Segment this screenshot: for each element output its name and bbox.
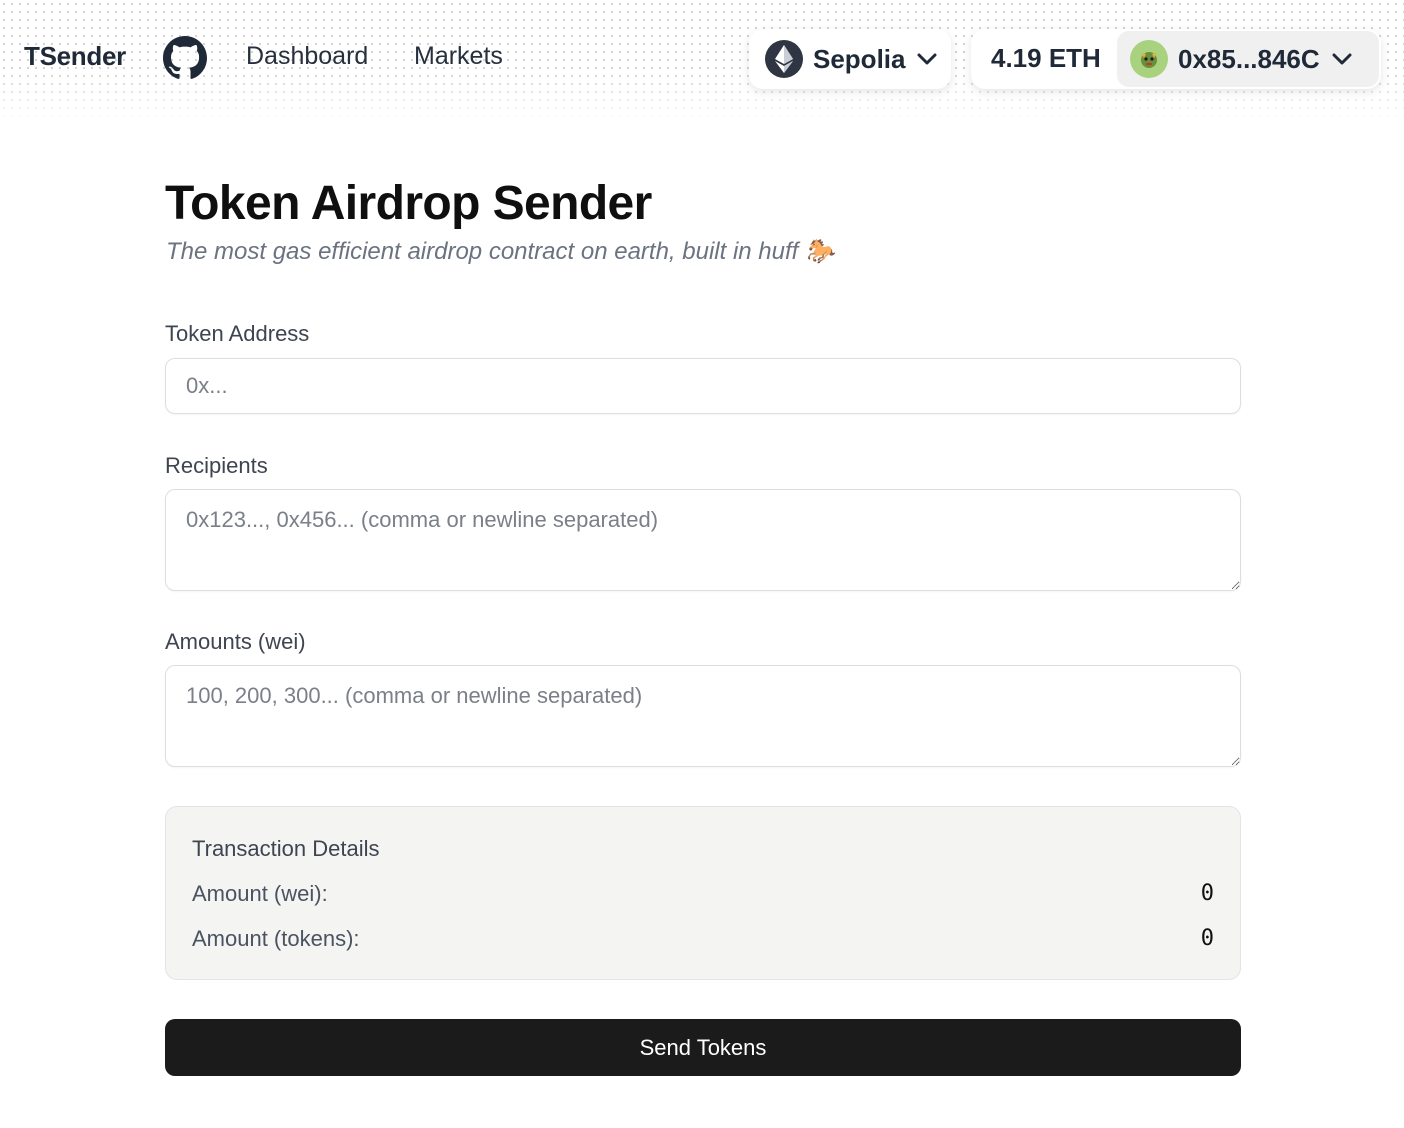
transaction-details-title: Transaction Details [192,836,380,861]
network-name: Sepolia [813,43,906,74]
send-tokens-button[interactable]: Send Tokens [165,1019,1241,1076]
nav-markets[interactable]: Markets [414,42,503,71]
github-icon[interactable] [163,36,207,80]
top-navbar: TSender Dashboard Markets Sepolia 4.19 E… [0,0,1404,124]
chevron-down-icon [1332,53,1352,65]
transaction-details-panel: Transaction Details Amount (wei): 0 Amou… [165,806,1241,980]
ethereum-icon [765,40,803,78]
amount-tokens-label: Amount (tokens): [192,926,360,951]
avatar-emoji-icon [1130,40,1168,78]
recipients-label: Recipients [165,453,268,478]
amount-wei-value: 0 [1200,881,1214,906]
chevron-down-icon [917,53,937,65]
token-address-label: Token Address [165,321,310,346]
brand-logo-text[interactable]: TSender [24,41,126,72]
amounts-textarea[interactable] [165,665,1241,767]
page-title: Token Airdrop Sender [165,177,652,230]
amount-wei-label: Amount (wei): [192,881,328,906]
recipients-textarea[interactable] [165,489,1241,591]
nav-dashboard[interactable]: Dashboard [246,42,368,71]
wallet-address-button[interactable]: 0x85...846C [1117,31,1379,87]
token-address-input[interactable] [165,358,1241,414]
wallet-balance[interactable]: 4.19 ETH [991,43,1101,74]
wallet-address: 0x85...846C [1178,43,1320,74]
amounts-label: Amounts (wei) [165,629,306,654]
page-subtitle: The most gas efficient airdrop contract … [166,238,835,265]
network-switcher-button[interactable]: Sepolia [749,29,951,89]
amount-tokens-value: 0 [1200,926,1214,951]
